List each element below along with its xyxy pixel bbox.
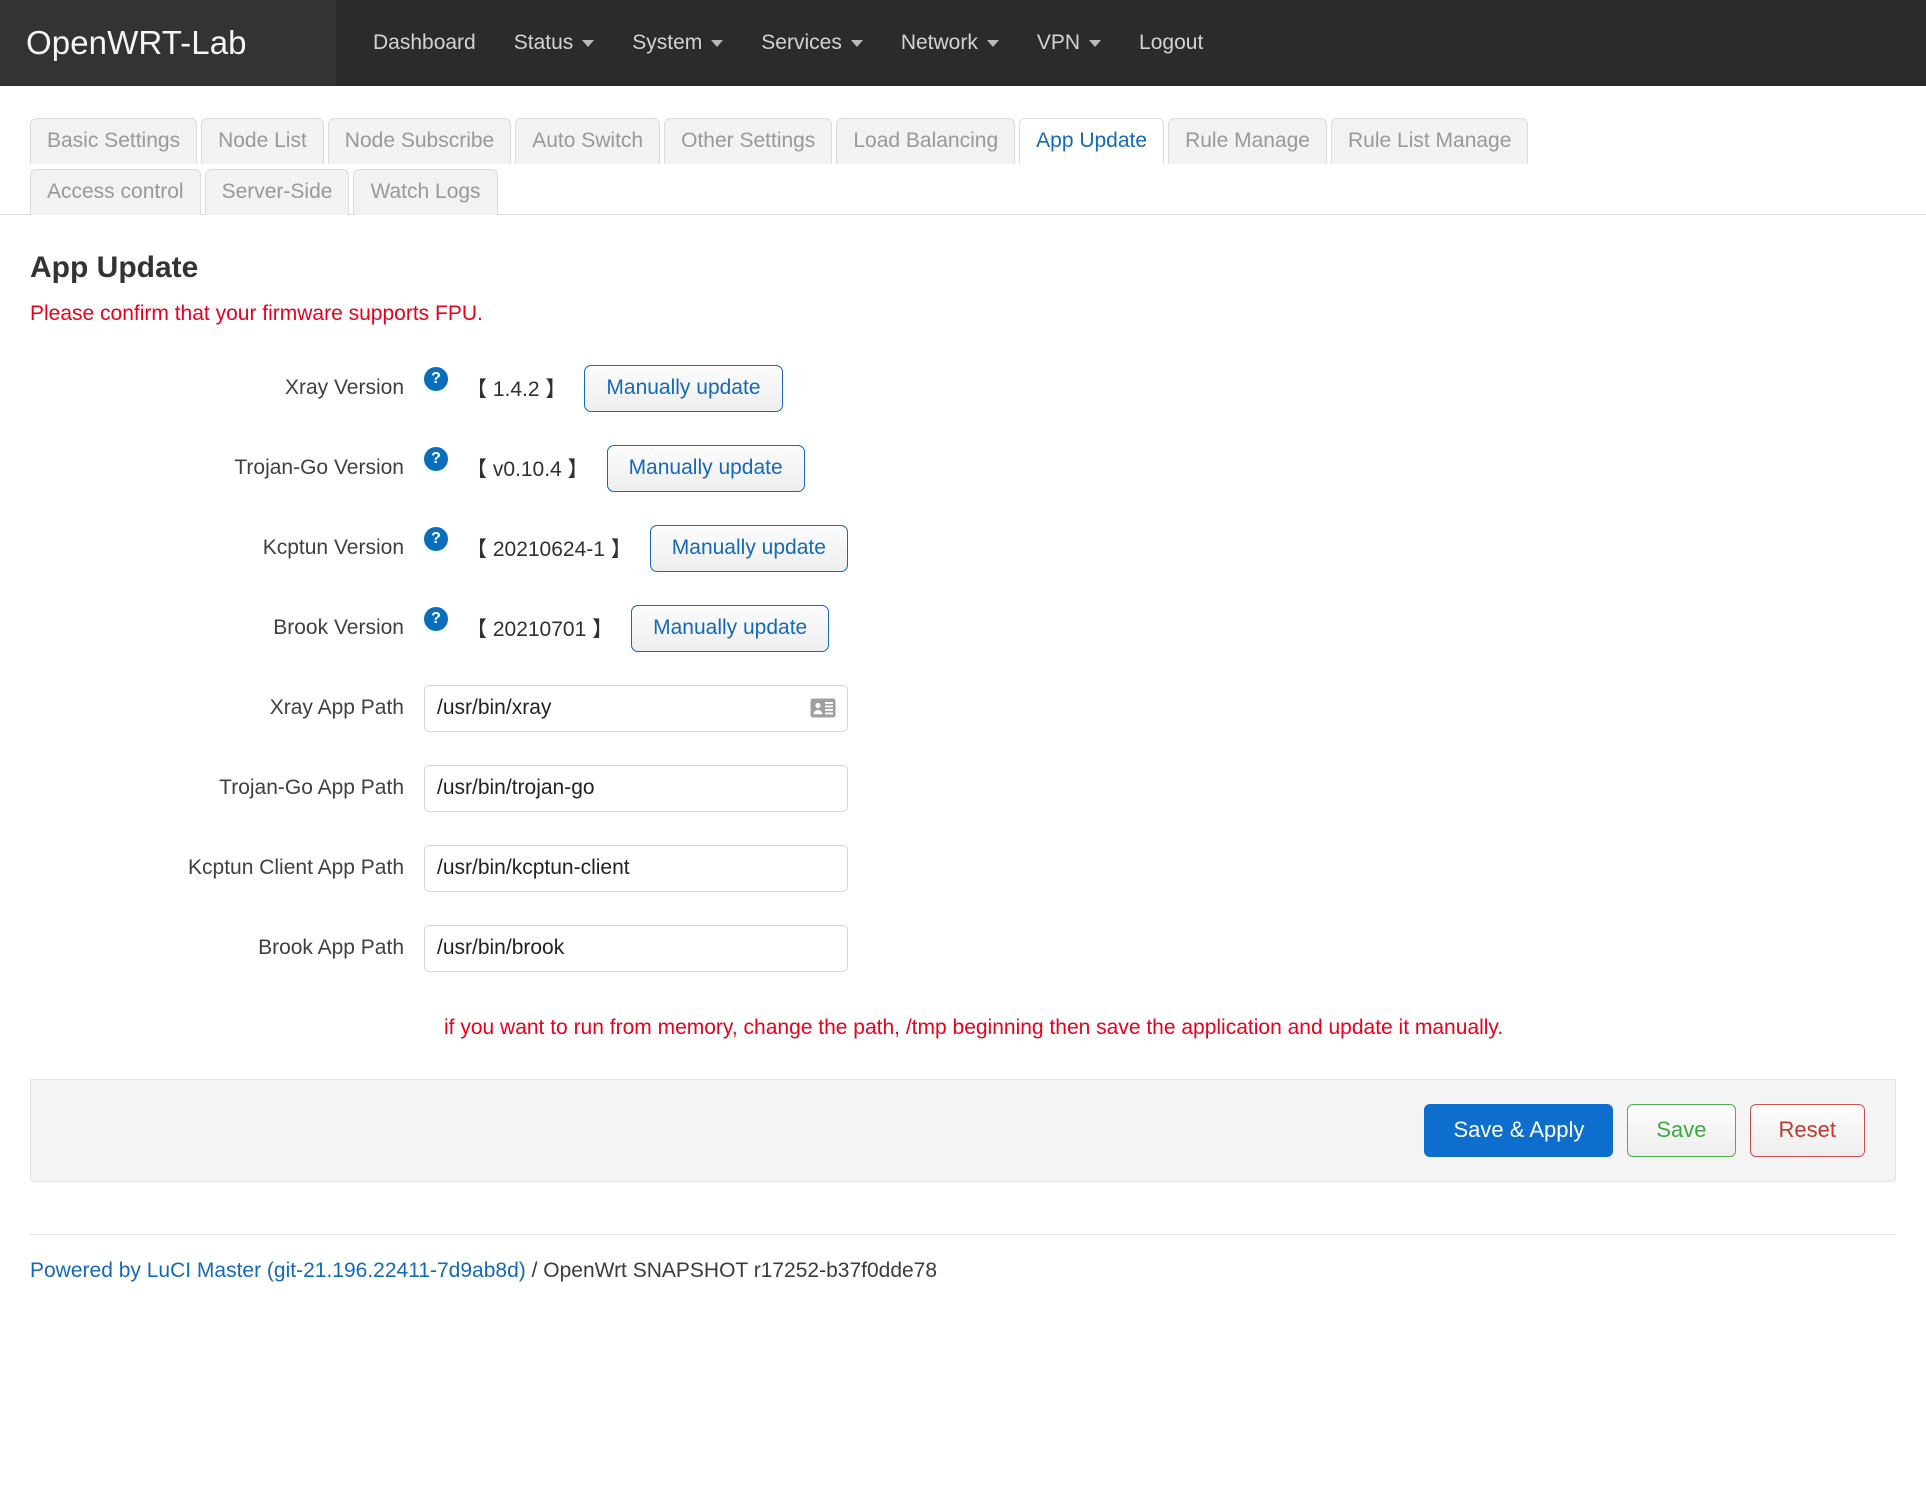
- tab-node-list[interactable]: Node List: [201, 118, 324, 164]
- version-label: Trojan-Go Version: [30, 456, 424, 480]
- version-control-group: ? 【 v0.10.4 】 Manually update: [424, 445, 1896, 492]
- path-control-group: [424, 845, 1896, 892]
- path-input-wrapper: [424, 685, 848, 732]
- nav-item-label: VPN: [1037, 31, 1080, 55]
- path-input[interactable]: [424, 765, 848, 812]
- version-value: 【 v0.10.4 】: [466, 453, 589, 483]
- nav-item-services[interactable]: Services: [742, 0, 882, 86]
- path-row: Trojan-Go App Path: [30, 748, 1896, 828]
- tab-other-settings[interactable]: Other Settings: [664, 118, 832, 164]
- hint-spacer: [30, 1016, 424, 1040]
- path-input-wrapper: [424, 765, 848, 812]
- manually-update-button[interactable]: Manually update: [650, 525, 848, 572]
- help-question-icon[interactable]: ?: [424, 527, 448, 551]
- version-row: Xray Version? 【 1.4.2 】 Manually update: [30, 348, 1896, 428]
- chevron-down-icon: [851, 40, 863, 47]
- firmware-warning: Please confirm that your firmware suppor…: [30, 302, 1896, 326]
- version-value: 【 20210624-1 】: [466, 533, 632, 563]
- path-label: Kcptun Client App Path: [30, 856, 424, 880]
- form-action-bar: Save & Apply Save Reset: [30, 1079, 1896, 1182]
- nav-item-dashboard[interactable]: Dashboard: [354, 0, 495, 86]
- nav-item-label: Logout: [1139, 31, 1203, 55]
- page-title: App Update: [30, 251, 1896, 285]
- manually-update-button[interactable]: Manually update: [584, 365, 782, 412]
- nav-item-vpn[interactable]: VPN: [1018, 0, 1120, 86]
- top-navbar: OpenWRT-Lab Dashboard Status System Service…: [0, 0, 1926, 86]
- memory-hint-text: if you want to run from memory, change t…: [424, 1016, 1503, 1040]
- version-control-group: ? 【 20210624-1 】 Manually update: [424, 525, 1896, 572]
- memory-hint-row: if you want to run from memory, change t…: [30, 1016, 1896, 1040]
- tab-access-control[interactable]: Access control: [30, 169, 201, 215]
- path-row: Xray App Path: [30, 668, 1896, 748]
- nav-item-label: Status: [514, 31, 574, 55]
- brand-logo[interactable]: OpenWRT-Lab: [0, 0, 336, 86]
- version-row: Trojan-Go Version? 【 v0.10.4 】 Manually up…: [30, 428, 1896, 508]
- luci-version-link[interactable]: Powered by LuCI Master (git-21.196.22411…: [30, 1259, 526, 1282]
- version-control-group: ? 【 20210701 】 Manually update: [424, 605, 1896, 652]
- path-label: Trojan-Go App Path: [30, 776, 424, 800]
- nav-item-network[interactable]: Network: [882, 0, 1018, 86]
- path-input[interactable]: [424, 685, 848, 732]
- app-update-form: Xray Version?【 1.4.2 】Manually updateTro…: [30, 348, 1896, 1040]
- save-button[interactable]: Save: [1627, 1104, 1735, 1157]
- help-question-icon[interactable]: ?: [424, 607, 448, 631]
- nav-item-label: Dashboard: [373, 31, 476, 55]
- path-label: Brook App Path: [30, 936, 424, 960]
- tab-basic-settings[interactable]: Basic Settings: [30, 118, 197, 164]
- page-footer: Powered by LuCI Master (git-21.196.22411…: [30, 1234, 1896, 1311]
- nav-item-label: System: [632, 31, 702, 55]
- tab-rule-manage[interactable]: Rule Manage: [1168, 118, 1327, 164]
- path-row: Kcptun Client App Path: [30, 828, 1896, 908]
- path-control-group: [424, 765, 1896, 812]
- nav-item-label: Services: [761, 31, 842, 55]
- tab-row-primary: Basic SettingsNode ListNode SubscribeAut…: [30, 112, 1896, 163]
- path-input-wrapper: [424, 925, 848, 972]
- tab-row-secondary: Access controlServer-SideWatch Logs: [30, 163, 1896, 214]
- version-label: Brook Version: [30, 616, 424, 640]
- version-row: Kcptun Version? 【 20210624-1 】 Manually up…: [30, 508, 1896, 588]
- tab-app-update[interactable]: App Update: [1019, 118, 1164, 164]
- version-label: Xray Version: [30, 376, 424, 400]
- path-control-group: [424, 925, 1896, 972]
- chevron-down-icon: [711, 40, 723, 47]
- manually-update-button[interactable]: Manually update: [607, 445, 805, 492]
- chevron-down-icon: [582, 40, 594, 47]
- path-input[interactable]: [424, 845, 848, 892]
- save-apply-button[interactable]: Save & Apply: [1424, 1104, 1613, 1157]
- path-input-wrapper: [424, 845, 848, 892]
- tab-load-balancing[interactable]: Load Balancing: [836, 118, 1015, 164]
- nav-item-system[interactable]: System: [613, 0, 742, 86]
- path-input[interactable]: [424, 925, 848, 972]
- tab-strip: Basic SettingsNode ListNode SubscribeAut…: [0, 86, 1926, 215]
- version-row: Brook Version? 【 20210701 】 Manually updat…: [30, 588, 1896, 668]
- nav-item-logout[interactable]: Logout: [1120, 0, 1222, 86]
- reset-button[interactable]: Reset: [1750, 1104, 1865, 1157]
- manually-update-button[interactable]: Manually update: [631, 605, 829, 652]
- chevron-down-icon: [1089, 40, 1101, 47]
- version-label: Kcptun Version: [30, 536, 424, 560]
- help-question-icon[interactable]: ?: [424, 367, 448, 391]
- tab-watch-logs[interactable]: Watch Logs: [353, 169, 497, 215]
- tab-rule-list-manage[interactable]: Rule List Manage: [1331, 118, 1528, 164]
- chevron-down-icon: [987, 40, 999, 47]
- nav-item-label: Network: [901, 31, 978, 55]
- path-control-group: [424, 685, 1896, 732]
- version-value: 【 1.4.2 】: [466, 373, 566, 403]
- path-row: Brook App Path: [30, 908, 1896, 988]
- navbar-links: Dashboard Status System Services Network VPN L…: [336, 0, 1222, 86]
- page-content: App Update Please confirm that your firm…: [0, 251, 1926, 1040]
- tab-auto-switch[interactable]: Auto Switch: [515, 118, 660, 164]
- tab-node-subscribe[interactable]: Node Subscribe: [328, 118, 511, 164]
- nav-item-status[interactable]: Status: [495, 0, 614, 86]
- version-value: 【 20210701 】: [466, 613, 613, 643]
- tab-server-side[interactable]: Server-Side: [205, 169, 350, 215]
- openwrt-version-text: / OpenWrt SNAPSHOT r17252-b37f0dde78: [526, 1259, 937, 1282]
- help-question-icon[interactable]: ?: [424, 447, 448, 471]
- version-control-group: ? 【 1.4.2 】 Manually update: [424, 365, 1896, 412]
- path-label: Xray App Path: [30, 696, 424, 720]
